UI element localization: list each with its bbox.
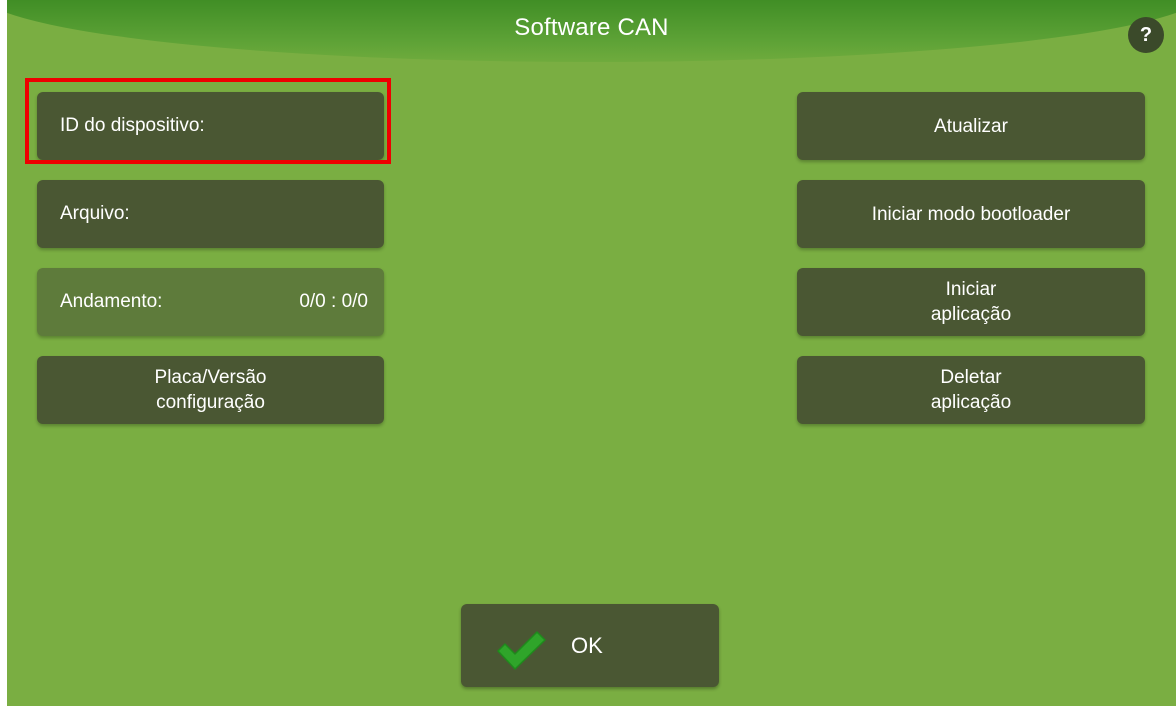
ok-button[interactable]: OK [461, 604, 719, 687]
board-version-line2: configuração [156, 392, 265, 413]
start-application-button[interactable]: Iniciar aplicação [797, 268, 1145, 336]
progress-label: Andamento: [60, 291, 163, 312]
board-version-button[interactable]: Placa/Versão configuração [37, 356, 384, 424]
checkmark-icon [497, 631, 546, 670]
title-bar: Software CAN [7, 0, 1176, 62]
delete-application-line2: aplicação [930, 392, 1012, 413]
delete-application-button[interactable]: Deletar aplicação [797, 356, 1145, 424]
bootloader-label: Iniciar modo bootloader [871, 203, 1071, 225]
update-button[interactable]: Atualizar [797, 92, 1145, 160]
start-application-line1: Iniciar [945, 279, 997, 300]
progress-field: Andamento: 0/0 : 0/0 [37, 268, 384, 336]
file-button[interactable]: Arquivo: [37, 180, 384, 248]
ok-label: OK [571, 632, 603, 658]
bootloader-button[interactable]: Iniciar modo bootloader [797, 180, 1145, 248]
file-label: Arquivo: [60, 203, 130, 224]
software-can-screen: Software CAN ? ID do dispositivo: Arquiv… [7, 0, 1176, 706]
question-mark-icon: ? [1139, 23, 1153, 46]
progress-value: 0/0 : 0/0 [299, 291, 368, 312]
device-id-label: ID do dispositivo: [60, 115, 205, 136]
update-label: Atualizar [934, 115, 1008, 137]
page-title: Software CAN [514, 14, 669, 41]
board-version-line1: Placa/Versão [154, 367, 267, 388]
help-button[interactable]: ? [1128, 17, 1164, 53]
start-application-line2: aplicação [930, 304, 1012, 325]
device-id-button[interactable]: ID do dispositivo: [37, 92, 384, 160]
delete-application-line1: Deletar [940, 367, 1002, 388]
